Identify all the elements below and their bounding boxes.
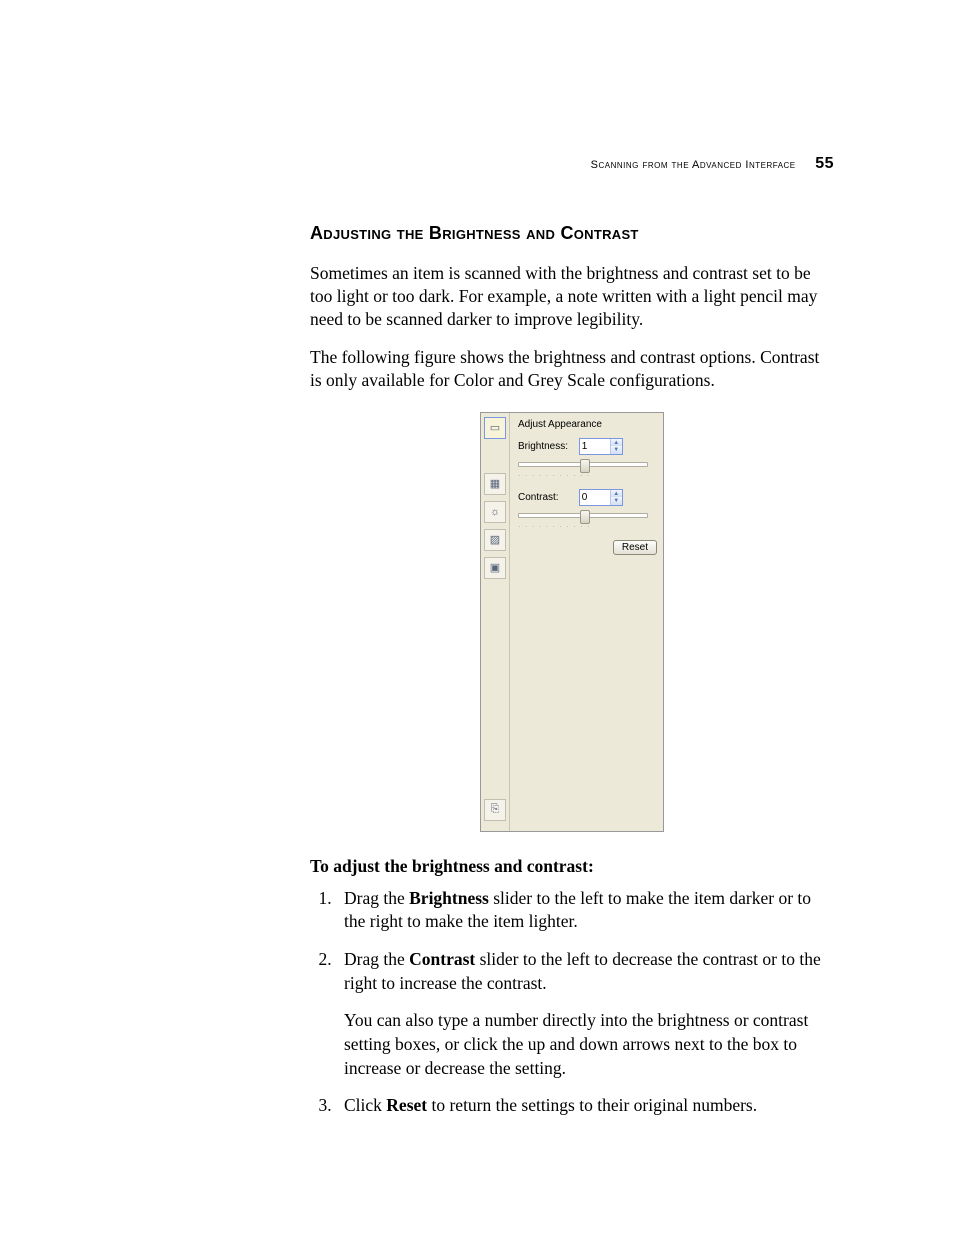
- contrast-spinner[interactable]: ▲ ▼: [579, 489, 623, 506]
- step-1: Drag the Brightness slider to the left t…: [336, 887, 834, 934]
- contrast-input[interactable]: [580, 490, 610, 505]
- step-2: Drag the Contrast slider to the left to …: [336, 948, 834, 1080]
- section-title: Adjusting the Brightness and Contrast: [310, 223, 834, 244]
- adjust-pane: Adjust Appearance Brightness: ▲ ▼ · · · …: [510, 413, 663, 831]
- tool-strip: ▭ ▦ ☼ ▨ ▣ ⎘: [481, 413, 510, 831]
- brightness-input[interactable]: [580, 439, 610, 454]
- contrast-down-icon[interactable]: ▼: [611, 497, 622, 505]
- crop-icon[interactable]: ▣: [484, 557, 506, 579]
- brightness-label: Brightness:: [518, 441, 576, 452]
- figure-wrap: ▭ ▦ ☼ ▨ ▣ ⎘ Adjust Appearance Brightness…: [310, 412, 834, 832]
- steps-list: Drag the Brightness slider to the left t…: [310, 887, 834, 1118]
- brightness-row: Brightness: ▲ ▼ · · · · · · · · · · ·: [518, 438, 657, 471]
- header-text: Scanning from the Advanced Interface: [591, 159, 796, 171]
- contrast-row: Contrast: ▲ ▼ · · · · · · · · · · ·: [518, 489, 657, 522]
- step-3: Click Reset to return the settings to th…: [336, 1094, 834, 1118]
- document-icon[interactable]: ▭: [484, 417, 506, 439]
- eraser-icon[interactable]: ▨: [484, 529, 506, 551]
- brightness-slider[interactable]: · · · · · · · · · · ·: [518, 459, 648, 471]
- brightness-icon[interactable]: ☼: [484, 501, 506, 523]
- brightness-up-icon[interactable]: ▲: [611, 439, 622, 447]
- contrast-up-icon[interactable]: ▲: [611, 490, 622, 498]
- running-header: Scanning from the Advanced Interface 55: [310, 155, 834, 173]
- paragraph-1: Sometimes an item is scanned with the br…: [310, 262, 834, 330]
- contrast-slider[interactable]: · · · · · · · · · · ·: [518, 510, 648, 522]
- procedure-heading: To adjust the brightness and contrast:: [310, 856, 834, 877]
- page-number: 55: [815, 155, 834, 172]
- pattern-icon[interactable]: ▦: [484, 473, 506, 495]
- step-2-extra: You can also type a number directly into…: [344, 1009, 834, 1080]
- paragraph-2: The following figure shows the brightnes…: [310, 346, 834, 392]
- pane-title: Adjust Appearance: [518, 419, 657, 430]
- contrast-label: Contrast:: [518, 492, 576, 503]
- brightness-down-icon[interactable]: ▼: [611, 446, 622, 454]
- adjust-appearance-panel: ▭ ▦ ☼ ▨ ▣ ⎘ Adjust Appearance Brightness…: [480, 412, 664, 832]
- brightness-spinner[interactable]: ▲ ▼: [579, 438, 623, 455]
- config-icon[interactable]: ⎘: [484, 799, 506, 821]
- reset-button[interactable]: Reset: [613, 540, 657, 555]
